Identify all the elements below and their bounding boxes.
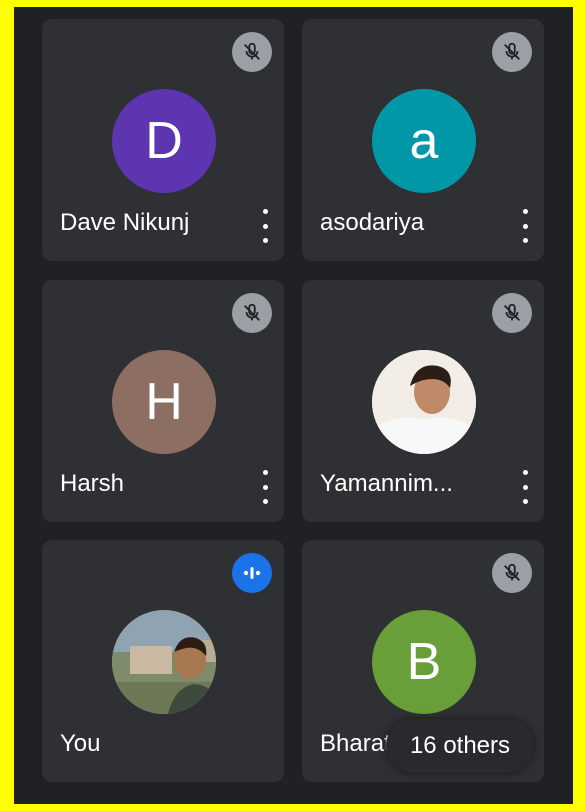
profile-photo [112, 610, 216, 714]
participant-tile-dave-nikunj[interactable]: D Dave Nikunj [42, 19, 284, 261]
avatar: B [372, 610, 476, 714]
mic-off-icon [232, 293, 272, 333]
mic-off-icon [492, 553, 532, 593]
participant-tile-harsh[interactable]: H Harsh [42, 280, 284, 522]
participant-tile-you[interactable]: You [42, 540, 284, 782]
mic-off-icon [492, 293, 532, 333]
participant-tile-yamannim[interactable]: Yamannim... [302, 280, 544, 522]
avatar: H [112, 350, 216, 454]
participant-name: You [60, 730, 101, 757]
more-options-icon[interactable] [518, 209, 532, 243]
participant-name: Bharat [320, 730, 391, 757]
participant-name: Harsh [60, 470, 125, 497]
more-options-icon[interactable] [258, 209, 272, 243]
mic-off-icon [492, 32, 532, 72]
meeting-grid: D Dave Nikunj a asodariya H Harsh Yamann… [14, 7, 573, 804]
avatar: a [372, 89, 476, 193]
participant-name: Yamannim... [320, 470, 453, 497]
audio-level-icon [232, 553, 272, 593]
participant-name: Dave Nikunj [60, 209, 190, 236]
participant-name: asodariya [320, 209, 425, 236]
more-options-icon[interactable] [258, 470, 272, 504]
avatar: D [112, 89, 216, 193]
others-chip[interactable]: 16 others [386, 719, 534, 773]
participant-tile-asodariya[interactable]: a asodariya [302, 19, 544, 261]
profile-photo [372, 350, 476, 454]
mic-off-icon [232, 32, 272, 72]
more-options-icon[interactable] [518, 470, 532, 504]
